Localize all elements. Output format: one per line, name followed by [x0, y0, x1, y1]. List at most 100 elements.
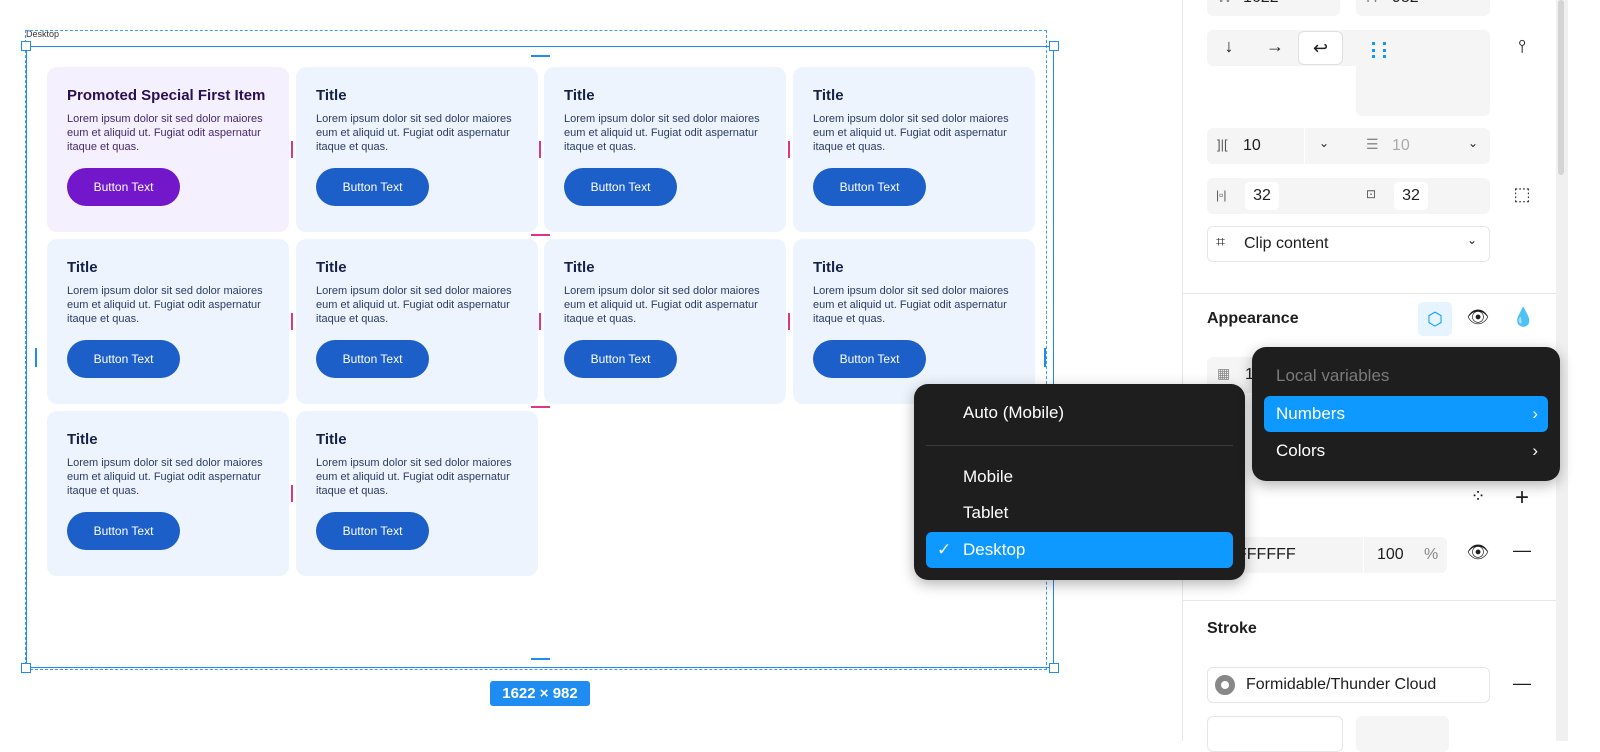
- blend-drop-icon[interactable]: 💧: [1512, 307, 1534, 328]
- styles-icon[interactable]: ⁘: [1466, 486, 1490, 507]
- menu-item-tablet[interactable]: Tablet: [926, 495, 1233, 531]
- wrap-icon[interactable]: ↩: [1298, 31, 1343, 65]
- card[interactable]: Title Lorem ipsum dolor sit sed dolor ma…: [793, 239, 1035, 404]
- stroke-title: Stroke: [1207, 620, 1257, 637]
- divider: [1182, 293, 1556, 294]
- padding-h-value[interactable]: 32: [1245, 182, 1279, 210]
- card-title: Title: [813, 259, 844, 276]
- chevron-right-icon: ›: [1532, 441, 1538, 460]
- card-button[interactable]: Button Text: [316, 168, 429, 206]
- card-body: Lorem ipsum dolor sit sed dolor maiores …: [813, 113, 1009, 153]
- color-style-icon: [1215, 675, 1235, 695]
- card-body: Lorem ipsum dolor sit sed dolor maiores …: [564, 113, 760, 153]
- card[interactable]: Title Lorem ipsum dolor sit sed dolor ma…: [296, 67, 538, 232]
- gap-marker: [291, 141, 293, 158]
- arrow-down-icon[interactable]: ↓: [1219, 36, 1239, 57]
- card-button[interactable]: Button Text: [813, 168, 926, 206]
- resize-handle-br[interactable]: [1049, 663, 1059, 673]
- stroke-position-field[interactable]: [1207, 716, 1343, 752]
- card-button[interactable]: Button Text: [67, 168, 180, 206]
- gap-marker: [788, 313, 790, 330]
- chevron-down-icon[interactable]: ⌄: [1319, 136, 1329, 150]
- card-title: Title: [316, 87, 347, 104]
- card[interactable]: Title Lorem ipsum dolor sit sed dolor ma…: [544, 67, 786, 232]
- card-title: Title: [564, 259, 595, 276]
- menu-item-auto-mobile[interactable]: Auto (Mobile): [926, 395, 1233, 431]
- resize-handle-tl[interactable]: [21, 41, 31, 51]
- fill-hex[interactable]: FFFFFF: [1237, 546, 1296, 564]
- gap-v-icon: ☰: [1366, 136, 1379, 152]
- vertical-padding-field[interactable]: ⊡ 32: [1356, 178, 1490, 214]
- crop-icon: ⌗: [1216, 234, 1226, 251]
- horizontal-gap-field[interactable]: ]|[ 10 ⌄: [1207, 128, 1370, 164]
- menu-item-numbers[interactable]: Numbers ›: [1264, 396, 1548, 432]
- clip-content-dropdown[interactable]: ⌗ Clip content ⌄: [1207, 226, 1490, 262]
- appearance-title: Appearance: [1207, 310, 1299, 327]
- variable-icon[interactable]: ⬡: [1418, 302, 1452, 336]
- opacity-icon: ▦: [1217, 365, 1231, 381]
- width-field[interactable]: W 1622: [1207, 0, 1340, 16]
- card[interactable]: Title Lorem ipsum dolor sit sed dolor ma…: [544, 239, 786, 404]
- card-button[interactable]: Button Text: [813, 340, 926, 378]
- card-title: Title: [316, 431, 347, 448]
- card[interactable]: Title Lorem ipsum dolor sit sed dolor ma…: [793, 67, 1035, 232]
- menu-item-colors[interactable]: Colors ›: [1264, 433, 1548, 469]
- h-label: H: [1366, 0, 1378, 7]
- card-button[interactable]: Button Text: [67, 512, 180, 550]
- gap-v-value: 10: [1392, 137, 1410, 154]
- stroke-style-field[interactable]: Formidable/Thunder Cloud: [1207, 667, 1490, 703]
- align-top-left-icon[interactable]: [1372, 42, 1386, 58]
- card-button[interactable]: Button Text: [564, 340, 677, 378]
- card-button[interactable]: Button Text: [67, 340, 180, 378]
- card[interactable]: Title Lorem ipsum dolor sit sed dolor ma…: [296, 411, 538, 576]
- card-button[interactable]: Button Text: [564, 168, 677, 206]
- gap-marker: [539, 313, 541, 330]
- eye-icon[interactable]: 👁: [1466, 307, 1490, 328]
- remove-stroke-icon[interactable]: —: [1510, 673, 1534, 694]
- card-button[interactable]: Button Text: [316, 512, 429, 550]
- remove-fill-icon[interactable]: —: [1510, 540, 1534, 561]
- eye-icon[interactable]: 👁: [1466, 542, 1490, 563]
- sliders-icon[interactable]: ⫯: [1512, 36, 1532, 57]
- card[interactable]: Title Lorem ipsum dolor sit sed dolor ma…: [296, 239, 538, 404]
- horizontal-padding-field[interactable]: |▫| 32: [1207, 178, 1370, 214]
- promoted-card[interactable]: Promoted Special First Item Lorem ipsum …: [47, 67, 289, 232]
- card-body: Lorem ipsum dolor sit sed dolor maiores …: [316, 285, 512, 325]
- card-body: Lorem ipsum dolor sit sed dolor maiores …: [564, 285, 760, 325]
- individual-padding-icon[interactable]: ⬚: [1512, 184, 1532, 205]
- w-label: W: [1217, 0, 1232, 7]
- card-body: Lorem ipsum dolor sit sed dolor maiores …: [813, 285, 1009, 325]
- alignment-grid[interactable]: [1356, 30, 1490, 116]
- card-body: Lorem ipsum dolor sit sed dolor maiores …: [67, 113, 263, 153]
- card-button[interactable]: Button Text: [316, 340, 429, 378]
- card-title: Title: [813, 87, 844, 104]
- gap-marker: [531, 234, 550, 236]
- add-fill-icon[interactable]: +: [1510, 484, 1534, 512]
- height-field[interactable]: H 982: [1356, 0, 1490, 16]
- card[interactable]: Title Lorem ipsum dolor sit sed dolor ma…: [47, 239, 289, 404]
- resize-handle-bl[interactable]: [21, 663, 31, 673]
- card[interactable]: Title Lorem ipsum dolor sit sed dolor ma…: [47, 411, 289, 576]
- padding-marker[interactable]: [531, 658, 550, 660]
- fill-opacity[interactable]: 100: [1377, 546, 1404, 564]
- padding-v-value[interactable]: 32: [1394, 182, 1428, 210]
- clip-label: Clip content: [1244, 235, 1329, 252]
- dimensions-badge: 1622 × 982: [490, 681, 590, 706]
- menu-item-mobile[interactable]: Mobile: [926, 459, 1233, 495]
- card-title: Promoted Special First Item: [67, 87, 266, 104]
- width-value: 1622: [1243, 0, 1279, 7]
- chevron-down-icon[interactable]: ⌄: [1468, 136, 1478, 150]
- card-body: Lorem ipsum dolor sit sed dolor maiores …: [67, 285, 263, 325]
- gap-marker: [539, 141, 541, 158]
- resize-handle-tr[interactable]: [1049, 41, 1059, 51]
- padding-marker[interactable]: [35, 348, 37, 367]
- gap-marker: [531, 406, 550, 408]
- vertical-gap-field[interactable]: ☰ 10 ⌄: [1356, 128, 1490, 164]
- stroke-weight-field[interactable]: [1356, 716, 1449, 752]
- check-icon: ✓: [937, 540, 952, 559]
- card-title: Title: [316, 259, 347, 276]
- arrow-right-icon[interactable]: →: [1265, 36, 1285, 57]
- menu-item-desktop[interactable]: ✓ Desktop: [926, 532, 1233, 568]
- padding-marker[interactable]: [531, 55, 550, 57]
- padding-marker[interactable]: [1044, 348, 1046, 367]
